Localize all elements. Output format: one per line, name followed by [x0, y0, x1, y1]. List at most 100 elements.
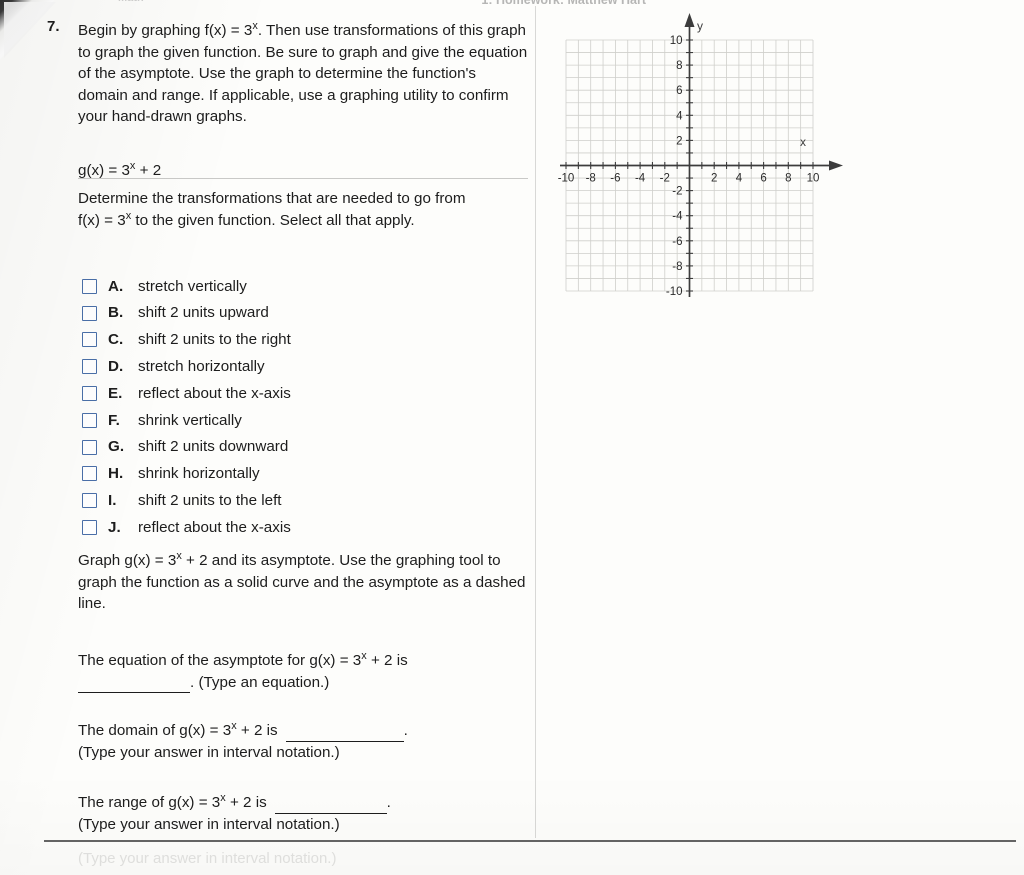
- option-label-d: stretch horizontally: [138, 358, 265, 376]
- option-row-c[interactable]: C. shift 2 units to the right: [78, 327, 518, 354]
- domain-answer-input[interactable]: [285, 725, 404, 742]
- option-label-b: shift 2 units upward: [138, 304, 269, 322]
- x-tick-label--6: -6: [610, 173, 620, 185]
- checkbox-a[interactable]: [82, 278, 97, 294]
- asymptote-note: . (Type an equation.): [190, 673, 330, 691]
- option-label-h: shrink horizontally: [138, 465, 260, 483]
- section-divider-rule: [78, 178, 528, 179]
- y-axis-title: y: [697, 19, 703, 33]
- option-letter-e: E.: [108, 384, 123, 402]
- checkbox-j[interactable]: [82, 520, 97, 536]
- graphing-instruction: Graph g(x) = 3x + 2 and its asymptote. U…: [78, 550, 528, 615]
- y-tick-label--6: -6: [672, 236, 682, 248]
- option-row-i[interactable]: I. shift 2 units to the left: [78, 487, 518, 514]
- given-function-prefix: g(x) = 3: [78, 162, 130, 179]
- checkbox-b[interactable]: [82, 305, 97, 321]
- option-row-e[interactable]: E. reflect about the x-axis: [78, 380, 518, 407]
- option-letter-c: C.: [108, 331, 124, 349]
- option-letter-a: A.: [108, 277, 124, 295]
- document-running-header: Math 1: Homework: Matthew Hart: [0, 0, 1024, 9]
- option-row-g[interactable]: G. shift 2 units downward: [78, 434, 518, 461]
- range-prefix: The range of g(x) = 3: [78, 794, 221, 811]
- column-divider: [535, 6, 536, 838]
- graph-instruction-prefix: Graph g(x) = 3: [78, 552, 177, 569]
- y-tick-label-6: 6: [676, 85, 682, 97]
- checkbox-e[interactable]: [82, 386, 97, 402]
- option-row-f[interactable]: F. shrink vertically: [78, 407, 518, 434]
- option-row-b[interactable]: B. shift 2 units upward: [78, 300, 518, 327]
- checkbox-d[interactable]: [82, 359, 97, 375]
- range-period: .: [386, 794, 391, 811]
- instruction-line-2-prefix: f(x) = 3: [78, 211, 126, 229]
- checkbox-g[interactable]: [82, 439, 97, 455]
- option-row-j[interactable]: J. reflect about the x-axis: [78, 514, 518, 541]
- option-letter-d: D.: [108, 358, 124, 376]
- x-tick-label--10: -10: [558, 173, 575, 185]
- page-bottom-rule: [44, 840, 1016, 842]
- checkbox-c[interactable]: [82, 332, 97, 348]
- option-label-f: shrink vertically: [138, 411, 242, 429]
- problem-stem: Begin by graphing f(x) = 3x. Then use tr…: [78, 20, 530, 128]
- option-letter-g: G.: [108, 438, 125, 456]
- y-tick-label--2: -2: [672, 186, 682, 198]
- option-row-a[interactable]: A. stretch vertically: [78, 273, 518, 300]
- x-tick-label-2: 2: [711, 173, 717, 185]
- x-tick-label-10: 10: [807, 173, 820, 185]
- select-all-instruction: Determine the transformations that are n…: [78, 188, 528, 231]
- option-letter-b: B.: [108, 304, 124, 322]
- y-tick-label--4: -4: [672, 211, 683, 223]
- range-note: (Type your answer in interval notation.): [78, 815, 340, 833]
- option-letter-h: H.: [108, 465, 124, 483]
- header-right-text: 1: Homework: Matthew Hart: [481, 0, 646, 7]
- option-label-c: shift 2 units to the right: [138, 331, 291, 349]
- range-answer-input[interactable]: [274, 797, 387, 814]
- instruction-line-1: Determine the transformations that are n…: [78, 190, 466, 207]
- x-tick-label--8: -8: [586, 173, 596, 185]
- x-tick-label-6: 6: [760, 173, 766, 185]
- x-tick-label--4: -4: [635, 173, 646, 185]
- option-label-g: shift 2 units downward: [138, 438, 289, 456]
- checkbox-f[interactable]: [82, 412, 97, 428]
- option-letter-j: J.: [108, 518, 121, 536]
- range-question: The range of g(x) = 3x + 2 is. (Type you…: [78, 792, 528, 835]
- transformation-options-list: A. stretch vertically B. shift 2 units u…: [78, 273, 518, 541]
- domain-prefix: The domain of g(x) = 3: [78, 722, 232, 739]
- range-suffix: + 2 is: [225, 794, 267, 811]
- given-function-suffix: + 2: [135, 162, 162, 179]
- domain-note: (Type your answer in interval notation.): [78, 743, 340, 761]
- option-letter-i: I.: [108, 492, 117, 510]
- axis-tick-labels: -10 -8 -6 -4 -2 2 4 6 8 10 10 8 6 4 2 -2 -4 -6 -8 -10: [558, 35, 820, 298]
- option-row-d[interactable]: D. stretch horizontally: [78, 353, 518, 380]
- y-tick-label--8: -8: [672, 261, 682, 273]
- x-tick-label-4: 4: [736, 173, 743, 185]
- option-label-i: shift 2 units to the left: [138, 492, 282, 510]
- domain-period: .: [403, 722, 408, 739]
- problem-number: 7.: [47, 18, 60, 35]
- checkbox-h[interactable]: [82, 466, 97, 482]
- y-tick-label-2: 2: [676, 135, 682, 147]
- coordinate-plane-graph[interactable]: -10 -8 -6 -4 -2 2 4 6 8 10 10 8 6 4 2 -2 -4 -6 -8 -10 x y: [548, 10, 848, 310]
- x-axis-title: x: [800, 135, 806, 149]
- x-tick-label--2: -2: [660, 173, 670, 185]
- option-label-a: stretch vertically: [138, 277, 247, 295]
- ghost-text-artifact: (Type your answer in interval notation.): [78, 850, 337, 867]
- option-letter-f: F.: [108, 411, 120, 429]
- x-tick-label-8: 8: [785, 173, 791, 185]
- header-left-text: Math: [118, 0, 144, 4]
- option-row-h[interactable]: H. shrink horizontally: [78, 461, 518, 488]
- option-label-e: reflect about the x-axis: [138, 384, 291, 402]
- domain-suffix: + 2 is: [236, 722, 278, 739]
- domain-question: The domain of g(x) = 3x + 2 is. (Type yo…: [78, 720, 528, 763]
- y-tick-label--10: -10: [666, 286, 683, 298]
- stem-part-1: Begin by graphing f(x) = 3: [78, 22, 253, 39]
- y-tick-label-4: 4: [676, 110, 683, 122]
- asymptote-question: The equation of the asymptote for g(x) =…: [78, 650, 528, 693]
- instruction-line-2-suffix: to the given function. Select all that a…: [131, 211, 415, 229]
- checkbox-i[interactable]: [82, 493, 97, 509]
- option-label-j: reflect about the x-axis: [138, 518, 291, 536]
- asymptote-prefix: The equation of the asymptote for g(x) =…: [78, 652, 362, 669]
- asymptote-suffix: + 2 is: [366, 652, 408, 669]
- graph-svg[interactable]: -10 -8 -6 -4 -2 2 4 6 8 10 10 8 6 4 2 -2 -4 -6 -8 -10 x y: [548, 10, 848, 310]
- asymptote-answer-input[interactable]: [78, 676, 190, 693]
- y-tick-label-10: 10: [670, 35, 683, 47]
